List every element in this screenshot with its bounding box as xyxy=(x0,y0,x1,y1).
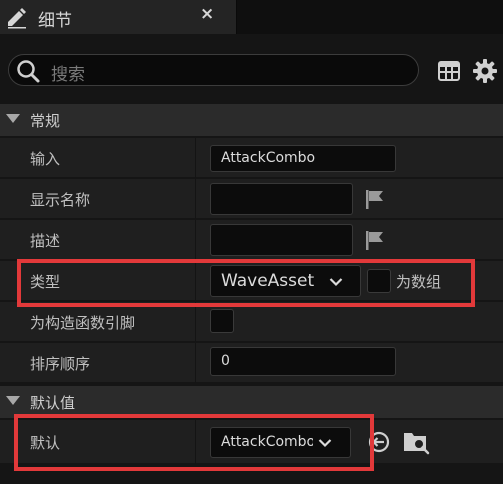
row-label: 排序顺序 xyxy=(30,355,91,373)
table-grid-icon[interactable] xyxy=(437,59,461,83)
flag-icon[interactable] xyxy=(364,188,386,210)
search-placeholder: 搜索 xyxy=(51,65,85,85)
highlight-default-row xyxy=(14,414,374,471)
tab-title: 细节 xyxy=(38,11,72,31)
row-sort-order: 排序顺序 0 xyxy=(0,343,503,383)
row-constructor-pin: 为构造函数引脚 xyxy=(0,302,503,342)
row-display-name: 显示名称 xyxy=(0,179,503,219)
folder-search-icon[interactable] xyxy=(402,429,430,455)
highlight-type-row xyxy=(17,259,475,307)
row-input: 输入 AttackCombo xyxy=(0,138,503,178)
pencil-icon xyxy=(8,8,26,29)
input-name-field[interactable]: AttackCombo xyxy=(210,145,396,172)
flag-icon[interactable] xyxy=(364,229,386,251)
section-title: 默认值 xyxy=(30,394,76,412)
column-divider xyxy=(195,179,196,219)
row-description: 描述 xyxy=(0,220,503,260)
close-icon[interactable]: × xyxy=(200,4,214,24)
column-divider xyxy=(195,302,196,342)
row-label: 描述 xyxy=(30,232,61,250)
description-field[interactable] xyxy=(210,224,353,256)
tab-details[interactable]: 细节 × xyxy=(0,0,237,34)
column-divider xyxy=(195,138,196,178)
toolbar: 搜索 xyxy=(0,34,503,104)
row-label: 为构造函数引脚 xyxy=(30,314,136,332)
search-input[interactable]: 搜索 xyxy=(8,54,419,86)
display-name-field[interactable] xyxy=(210,183,353,215)
row-label: 显示名称 xyxy=(30,191,91,209)
tab-bar: 细节 × xyxy=(0,0,503,34)
section-general[interactable]: 常规 xyxy=(0,104,503,136)
column-divider xyxy=(195,220,196,260)
gear-icon[interactable] xyxy=(472,58,498,84)
constructor-pin-checkbox[interactable] xyxy=(210,309,234,333)
sort-order-field[interactable]: 0 xyxy=(210,347,396,376)
row-label: 输入 xyxy=(30,150,61,168)
column-divider xyxy=(195,343,196,383)
collapse-arrow-icon xyxy=(6,396,20,405)
section-title: 常规 xyxy=(30,112,61,130)
collapse-arrow-icon xyxy=(6,114,20,123)
search-icon xyxy=(17,60,40,83)
